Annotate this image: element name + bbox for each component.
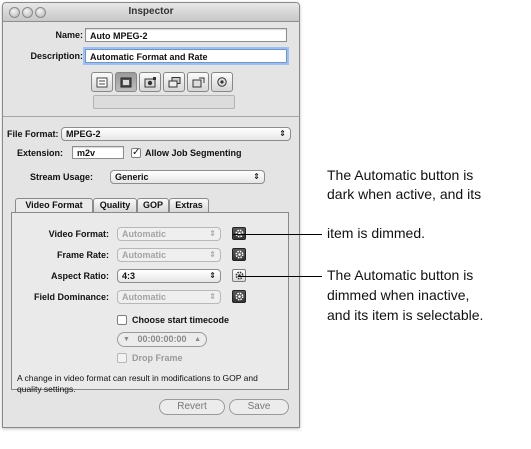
inspector-window: Inspector Name: Auto MPEG-2 Description:… bbox=[2, 2, 300, 428]
callout-line-active bbox=[233, 234, 322, 235]
frame-rate-popup: Automatic ⇕ bbox=[117, 248, 221, 262]
title-bar: Inspector bbox=[3, 3, 299, 22]
file-format-popup[interactable]: MPEG-2 ⇕ bbox=[61, 127, 291, 141]
frame-rate-label: Frame Rate: bbox=[56, 250, 109, 260]
section-divider bbox=[3, 116, 299, 117]
format-change-note: A change in video format can result in m… bbox=[17, 373, 258, 394]
stream-usage-label: Stream Usage: bbox=[30, 172, 94, 182]
frame-rate-automatic-button[interactable] bbox=[232, 248, 246, 261]
aspect-ratio-popup[interactable]: 4:3 ⇕ bbox=[117, 269, 221, 283]
callout-line-inactive bbox=[238, 276, 322, 277]
allow-segmenting-checkbox[interactable]: ✓ bbox=[131, 148, 141, 158]
actions-icon[interactable] bbox=[211, 72, 233, 92]
field-dominance-value: Automatic bbox=[122, 292, 167, 302]
geometry-icon[interactable] bbox=[187, 72, 209, 92]
description-field[interactable]: Automatic Format and Rate bbox=[85, 49, 287, 63]
tab-extras[interactable]: Extras bbox=[169, 198, 209, 213]
stream-usage-value: Generic bbox=[115, 172, 149, 182]
annotation-active-line3: item is dimmed. bbox=[327, 225, 426, 241]
popup-arrows-icon: ⇕ bbox=[209, 292, 216, 301]
choose-timecode-label: Choose start timecode bbox=[132, 315, 230, 325]
save-button[interactable]: Save bbox=[229, 399, 289, 415]
allow-segmenting-label: Allow Job Segmenting bbox=[145, 148, 242, 158]
stepper-up-icon: ▲ bbox=[194, 336, 201, 343]
filters-icon[interactable] bbox=[163, 72, 185, 92]
file-format-value: MPEG-2 bbox=[66, 129, 101, 139]
tab-quality[interactable]: Quality bbox=[93, 198, 137, 213]
stepper-down-icon: ▼ bbox=[123, 336, 130, 343]
annotation-active-line1: The Automatic button is bbox=[327, 167, 474, 183]
frame-rate-value: Automatic bbox=[122, 250, 167, 260]
pane-label-frame bbox=[93, 95, 235, 109]
annotation-inactive-line1: The Automatic button is bbox=[327, 267, 474, 283]
name-label: Name: bbox=[55, 30, 83, 40]
gear-icon bbox=[234, 292, 244, 301]
popup-arrows-icon: ⇕ bbox=[209, 229, 216, 238]
annotation-inactive-line2: dimmed when inactive, bbox=[327, 287, 470, 303]
aspect-ratio-label: Aspect Ratio: bbox=[50, 271, 109, 281]
timecode-value: 00:00:00:00 bbox=[137, 334, 187, 344]
tab-gop[interactable]: GOP bbox=[137, 198, 169, 213]
field-dominance-automatic-button[interactable] bbox=[232, 290, 246, 303]
timecode-field: ▼ 00:00:00:00 ▲ bbox=[117, 332, 207, 347]
gear-icon bbox=[234, 250, 244, 259]
popup-arrows-icon: ⇕ bbox=[209, 271, 216, 280]
description-label: Description: bbox=[30, 51, 83, 61]
video-format-value: Automatic bbox=[122, 229, 167, 239]
revert-button[interactable]: Revert bbox=[159, 399, 225, 415]
drop-frame-checkbox bbox=[117, 353, 127, 363]
summary-icon[interactable] bbox=[91, 72, 113, 92]
video-format-label: Video Format: bbox=[48, 229, 109, 239]
extension-label: Extension: bbox=[17, 148, 64, 158]
field-dominance-popup: Automatic ⇕ bbox=[117, 290, 221, 304]
name-field[interactable]: Auto MPEG-2 bbox=[85, 28, 287, 42]
choose-timecode-checkbox[interactable] bbox=[117, 315, 127, 325]
drop-frame-label: Drop Frame bbox=[132, 353, 183, 363]
video-format-popup: Automatic ⇕ bbox=[117, 227, 221, 241]
popup-arrows-icon: ⇕ bbox=[279, 129, 286, 138]
stream-usage-popup[interactable]: Generic ⇕ bbox=[110, 170, 265, 184]
annotation-active-line2: dark when active, and its bbox=[327, 186, 482, 202]
field-dominance-label: Field Dominance: bbox=[33, 292, 109, 302]
popup-arrows-icon: ⇕ bbox=[209, 250, 216, 259]
annotation-inactive-line3: and its item is selectable. bbox=[327, 307, 484, 323]
window-title: Inspector bbox=[128, 6, 174, 17]
extension-field[interactable]: m2v bbox=[72, 146, 124, 159]
encoder-icon[interactable] bbox=[115, 72, 137, 92]
popup-arrows-icon: ⇕ bbox=[253, 172, 260, 181]
frame-controls-icon[interactable] bbox=[139, 72, 161, 92]
aspect-ratio-value: 4:3 bbox=[122, 271, 136, 281]
file-format-label: File Format: bbox=[7, 129, 59, 139]
